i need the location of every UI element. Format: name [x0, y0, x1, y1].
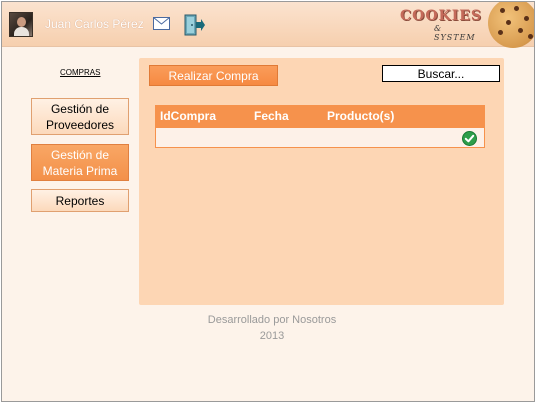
mail-icon[interactable] [153, 17, 170, 30]
sidebar-item-materia-prima[interactable]: Gestión de Materia Prima [31, 144, 129, 181]
exit-icon[interactable] [182, 13, 206, 37]
column-header-idcompra[interactable]: IdCompra [160, 109, 216, 123]
column-header-productos[interactable]: Producto(s) [327, 109, 394, 123]
sidebar-section-label: COMPRAS [60, 68, 101, 77]
main-panel [139, 58, 504, 305]
column-header-fecha[interactable]: Fecha [254, 109, 289, 123]
app-logo: COOKIES & SYSTEM [400, 8, 481, 42]
table-row[interactable] [155, 127, 485, 148]
header-bar: Juan Carlos Pérez COOKIES & SYSTEM [2, 2, 534, 48]
check-icon[interactable] [462, 131, 477, 146]
sidebar-item-label: Gestión de Materia Prima [42, 147, 118, 178]
avatar [9, 12, 33, 37]
cookie-icon [488, 2, 534, 48]
search-input[interactable]: Buscar... [382, 65, 500, 82]
sidebar-item-label: Gestión de Proveedores [45, 101, 115, 132]
app-window: Juan Carlos Pérez COOKIES & SYSTEM COMPR… [1, 1, 535, 402]
footer: Desarrollado por Nosotros 2013 [172, 312, 372, 344]
logo-text: COOKIES [400, 8, 483, 24]
sidebar-item-proveedores[interactable]: Gestión de Proveedores [31, 98, 129, 135]
footer-credit: Desarrollado por Nosotros [207, 314, 337, 326]
footer-year: 2013 [259, 330, 285, 342]
sidebar-item-reportes[interactable]: Reportes [31, 189, 129, 212]
user-name: Juan Carlos Pérez [45, 17, 144, 31]
logo-subtext: & SYSTEM [434, 24, 476, 42]
table-header: IdCompra Fecha Producto(s) [155, 105, 485, 127]
realizar-compra-button[interactable]: Realizar Compra [149, 65, 278, 86]
sidebar-item-label: Reportes [55, 193, 105, 208]
